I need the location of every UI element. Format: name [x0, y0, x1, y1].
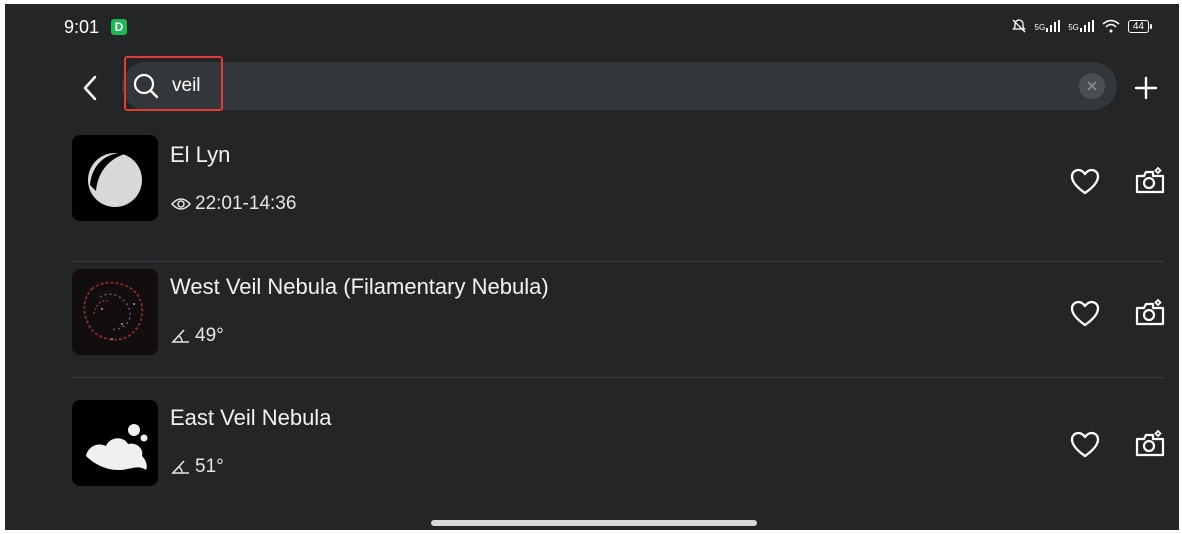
- search-bar[interactable]: [122, 62, 1117, 110]
- result-meta: 51°: [171, 456, 224, 478]
- battery-icon: 44: [1127, 19, 1153, 33]
- home-indicator[interactable]: [431, 520, 757, 526]
- result-meta: 49°: [171, 325, 224, 347]
- camera-settings-icon: [1135, 166, 1165, 194]
- list-item[interactable]: West Veil Nebula (Filamentary Nebula) 49…: [72, 246, 1166, 378]
- mute-bell-icon: [1011, 19, 1026, 33]
- back-button[interactable]: [75, 70, 105, 106]
- list-item[interactable]: East Veil Nebula 51°: [72, 378, 1166, 510]
- altitude-angle-icon: [171, 460, 189, 474]
- favorite-button[interactable]: [1069, 429, 1101, 461]
- app-screen: 9:01 D 5G 5G 44 veil El Lyn 22:01-14:36 …: [5, 4, 1179, 530]
- capture-button[interactable]: [1134, 298, 1166, 330]
- wifi-icon: [1102, 19, 1120, 33]
- signal-5g-icon: 5G: [1068, 20, 1094, 32]
- capture-button[interactable]: [1134, 429, 1166, 461]
- result-meta-text: 49°: [195, 325, 224, 346]
- search-icon: [133, 73, 159, 99]
- result-meta-text: 51°: [195, 456, 224, 477]
- camera-settings-icon: [1135, 298, 1165, 326]
- heart-icon: [1070, 168, 1100, 195]
- result-meta-text: 22:01-14:36: [195, 193, 297, 214]
- favorite-button[interactable]: [1069, 298, 1101, 330]
- result-title: East Veil Nebula: [170, 405, 332, 430]
- result-title: West Veil Nebula (Filamentary Nebula): [170, 274, 549, 299]
- search-input[interactable]: [172, 62, 1052, 110]
- nebula-photo-thumbnail: [72, 269, 158, 355]
- heart-icon: [1070, 300, 1100, 327]
- camera-settings-icon: [1135, 429, 1165, 457]
- result-title: El Lyn: [170, 142, 231, 167]
- eye-icon: [171, 198, 191, 210]
- close-icon: [1087, 81, 1097, 91]
- capture-button[interactable]: [1134, 166, 1166, 198]
- result-meta: 22:01-14:36: [171, 193, 296, 215]
- status-indicators: 5G 5G 44: [1011, 16, 1153, 36]
- app-notification-icon: D: [111, 19, 127, 35]
- signal-5g-icon: 5G: [1035, 20, 1061, 32]
- favorite-button[interactable]: [1069, 166, 1101, 198]
- chevron-left-icon: [83, 75, 97, 101]
- heart-icon: [1070, 431, 1100, 458]
- altitude-angle-icon: [171, 329, 189, 343]
- list-item[interactable]: El Lyn 22:01-14:36: [72, 132, 1166, 262]
- clear-search-button[interactable]: [1079, 73, 1105, 99]
- moon-thumbnail: [72, 135, 158, 221]
- add-button[interactable]: [1132, 74, 1160, 102]
- nebula-cloud-thumbnail: [72, 400, 158, 486]
- status-time: 9:01: [64, 17, 100, 37]
- plus-icon: [1134, 76, 1158, 100]
